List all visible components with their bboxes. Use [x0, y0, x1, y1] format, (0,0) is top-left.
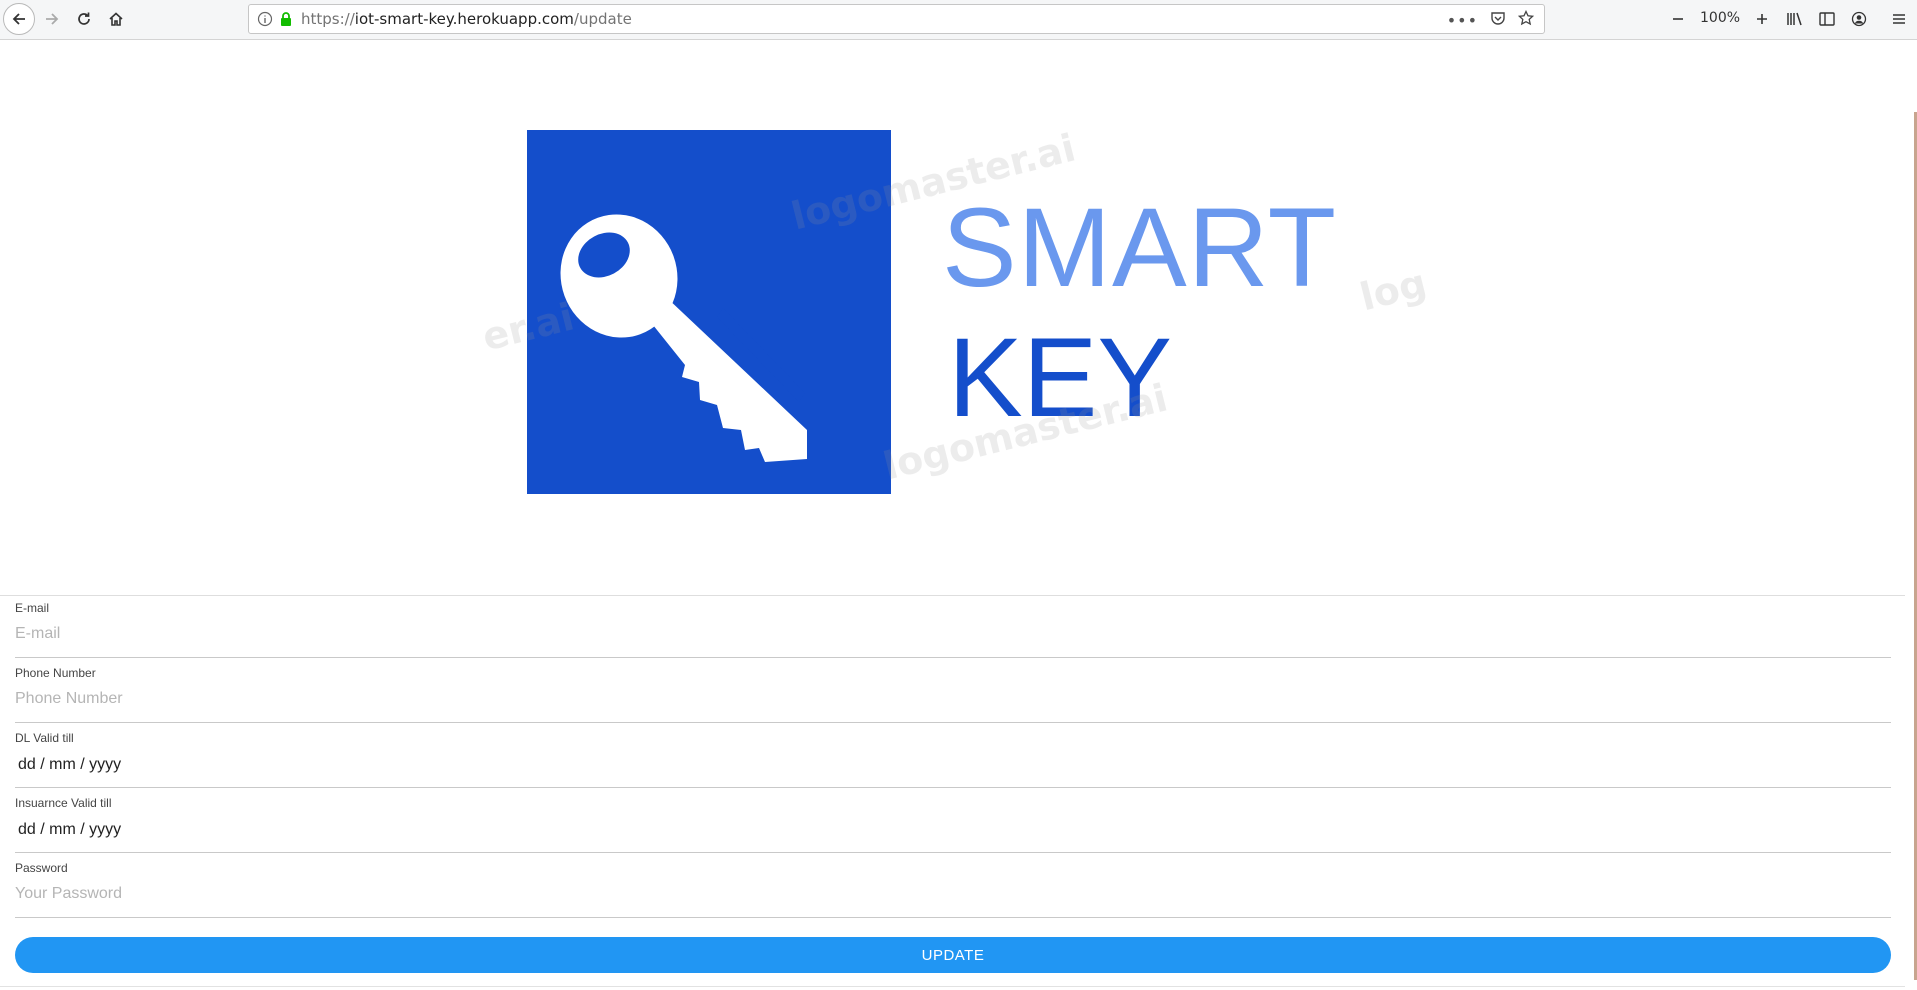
lock-icon: [279, 11, 293, 31]
insurance-valid-label: Insuarnce Valid till: [15, 796, 112, 810]
url-protocol: https://: [301, 10, 355, 28]
plus-icon: [1757, 14, 1767, 24]
account-button[interactable]: [1843, 3, 1875, 35]
back-button[interactable]: [3, 3, 35, 35]
zoom-in-button[interactable]: [1746, 3, 1778, 35]
dl-valid-date-input[interactable]: dd / mm / yyyy: [18, 756, 121, 774]
logo-banner: SMART KEY logomaster.ai logomaster.ai er…: [0, 40, 1917, 595]
home-button[interactable]: [100, 3, 132, 35]
dl-valid-label: DL Valid till: [15, 731, 74, 745]
url-domain: iot-smart-key.herokuapp.com: [354, 10, 574, 28]
sidebar-icon: [1819, 12, 1835, 26]
url-bar[interactable]: https://iot-smart-key.herokuapp.com/upda…: [248, 4, 1545, 34]
url-text[interactable]: https://iot-smart-key.herokuapp.com/upda…: [301, 10, 632, 28]
section-divider: [0, 595, 1905, 596]
forward-button[interactable]: [36, 3, 68, 35]
url-actions: •••: [1447, 9, 1535, 30]
email-label: E-mail: [15, 601, 50, 615]
menu-button[interactable]: [1883, 3, 1915, 35]
library-button[interactable]: [1779, 3, 1811, 35]
zoom-out-button[interactable]: [1662, 3, 1694, 35]
phone-label: Phone Number: [15, 666, 96, 680]
email-field: E-mail: [15, 601, 1891, 658]
watermark-text: log: [1355, 260, 1431, 320]
info-icon[interactable]: [257, 11, 273, 31]
library-icon: [1787, 12, 1802, 26]
insurance-valid-date-input[interactable]: dd / mm / yyyy: [18, 821, 121, 839]
account-icon: [1851, 11, 1867, 27]
pocket-icon[interactable]: [1490, 10, 1506, 30]
minus-icon: [1673, 18, 1683, 20]
password-field: Password: [15, 861, 1891, 918]
reload-icon: [78, 12, 90, 25]
arrow-left-icon: [12, 13, 25, 25]
arrow-right-icon: [46, 13, 59, 25]
home-icon: [109, 12, 123, 26]
url-path: /update: [573, 10, 632, 28]
update-button[interactable]: UPDATE: [15, 937, 1891, 973]
insurance-valid-field: Insuarnce Valid till dd / mm / yyyy: [15, 796, 1891, 853]
browser-toolbar: https://iot-smart-key.herokuapp.com/upda…: [0, 0, 1917, 40]
email-input[interactable]: [15, 619, 1891, 649]
logo-text-smart: SMART: [942, 185, 1337, 310]
hamburger-icon: [1893, 14, 1905, 24]
bookmark-star-icon[interactable]: [1517, 9, 1535, 30]
phone-field: Phone Number: [15, 666, 1891, 723]
sidebar-button[interactable]: [1811, 3, 1843, 35]
page-bottom-divider: [0, 986, 1905, 987]
password-label: Password: [15, 861, 68, 875]
zoom-level[interactable]: 100%: [1700, 10, 1740, 26]
dl-valid-field: DL Valid till dd / mm / yyyy: [15, 731, 1891, 788]
phone-input[interactable]: [15, 684, 1891, 714]
more-actions-icon[interactable]: •••: [1447, 11, 1478, 30]
reload-button[interactable]: [68, 3, 100, 35]
password-input[interactable]: [15, 879, 1891, 909]
